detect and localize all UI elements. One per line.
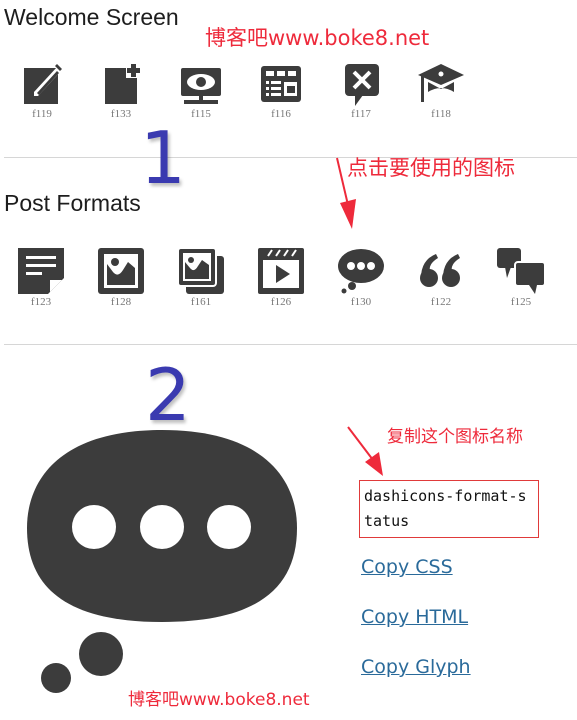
icon-code: f116 — [271, 108, 291, 120]
step-1-number: 1 — [140, 116, 186, 200]
icon-welcome-widgets-menus[interactable]: f116 — [246, 62, 316, 120]
icon-class-name-field[interactable]: dashicons-format-status — [359, 480, 539, 538]
icon-format-status[interactable]: f130 — [326, 248, 396, 308]
icon-welcome-write-blog[interactable]: f119 — [7, 62, 77, 120]
aside-note-icon — [18, 248, 64, 294]
graduation-cap-icon — [418, 64, 464, 102]
icon-code: f126 — [270, 296, 292, 308]
status-bubble-large-icon — [27, 430, 297, 693]
step-1-hint: 点击要使用的图标 — [347, 156, 515, 180]
icon-code: f122 — [430, 296, 452, 308]
icon-format-aside[interactable]: f123 — [6, 248, 76, 308]
quote-icon — [420, 254, 460, 287]
icon-code: f117 — [351, 108, 371, 120]
section-title-post-formats: Post Formats — [4, 190, 141, 216]
pencil-page-icon — [24, 64, 62, 104]
icon-code: f125 — [510, 296, 532, 308]
icon-format-video[interactable]: f126 — [246, 248, 316, 308]
copy-glyph-link[interactable]: Copy Glyph — [361, 656, 471, 678]
watermark-top: 博客吧www.boke8.net — [205, 26, 430, 50]
icon-welcome-comments[interactable]: f117 — [326, 62, 396, 120]
chat-bubbles-icon — [497, 248, 545, 294]
icon-code: f128 — [110, 296, 132, 308]
eye-monitor-icon — [181, 68, 221, 104]
divider — [4, 344, 577, 345]
copy-html-link[interactable]: Copy HTML — [361, 606, 468, 628]
image-icon — [98, 248, 144, 294]
arrow-step-1-icon — [336, 157, 356, 229]
arrow-step-2-icon — [347, 426, 383, 476]
step-2-number: 2 — [145, 353, 191, 437]
widgets-menus-icon — [261, 66, 301, 102]
icon-format-image[interactable]: f128 — [86, 248, 156, 308]
icon-code: f123 — [30, 296, 52, 308]
video-clapper-icon — [258, 248, 304, 294]
icon-format-gallery[interactable]: f161 — [166, 248, 236, 308]
icon-code: f119 — [32, 108, 52, 120]
add-page-icon — [105, 62, 142, 104]
copy-css-link[interactable]: Copy CSS — [361, 556, 453, 578]
icon-format-chat[interactable]: f125 — [486, 248, 556, 308]
icon-welcome-view-site[interactable]: f115 — [166, 62, 236, 120]
comment-close-icon — [345, 64, 379, 106]
step-2-hint: 复制这个图标名称 — [387, 427, 523, 447]
icon-welcome-learn-more[interactable]: f118 — [406, 62, 476, 120]
icon-code: f161 — [190, 296, 212, 308]
status-bubble-icon — [338, 249, 384, 294]
icon-format-quote[interactable]: f122 — [406, 248, 476, 308]
icon-welcome-add-page[interactable]: f133 — [86, 62, 156, 120]
icon-code: f118 — [431, 108, 451, 120]
gallery-icon — [178, 248, 224, 294]
watermark-bottom: 博客吧www.boke8.net — [128, 690, 310, 710]
icon-code: f130 — [350, 296, 372, 308]
section-title-welcome: Welcome Screen — [4, 4, 179, 30]
